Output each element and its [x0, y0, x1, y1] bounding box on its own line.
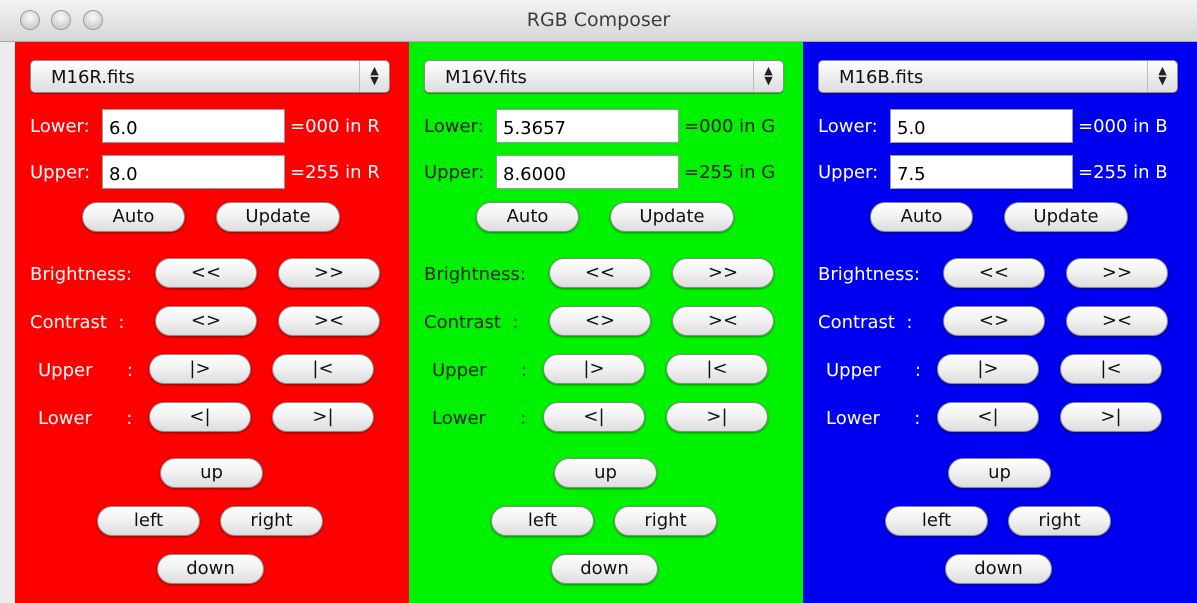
- green-lower-decrease-button[interactable]: <|: [543, 402, 645, 432]
- red-contrast-label: Contrast :: [30, 312, 125, 333]
- green-auto-button[interactable]: Auto: [476, 202, 579, 232]
- blue-brightness-increase-button[interactable]: >>: [1066, 258, 1168, 288]
- blue-lower-row-label: Lower :: [826, 408, 921, 429]
- rgb-composer-window: RGB Composer M16R.fits ▲▼ Lower: =000 in…: [0, 0, 1197, 603]
- red-upper-lower-button[interactable]: |<: [272, 354, 374, 384]
- select-arrows-icon: ▲ ▼: [359, 61, 389, 92]
- red-lower-unit: =000 in R: [290, 116, 380, 137]
- red-file-name: M16R.fits: [51, 67, 135, 88]
- blue-lower-increase-button[interactable]: >|: [1060, 402, 1162, 432]
- green-up-button[interactable]: up: [554, 458, 657, 488]
- red-auto-button[interactable]: Auto: [82, 202, 185, 232]
- select-arrows-icon: ▲ ▼: [753, 61, 783, 92]
- blue-contrast-label: Contrast :: [818, 312, 913, 333]
- red-file-select[interactable]: M16R.fits ▲ ▼: [30, 60, 390, 93]
- blue-lower-unit: =000 in B: [1078, 116, 1168, 137]
- green-file-name: M16V.fits: [445, 67, 527, 88]
- blue-update-button[interactable]: Update: [1004, 202, 1128, 232]
- window-title: RGB Composer: [526, 9, 671, 31]
- green-lower-increase-button[interactable]: >|: [666, 402, 768, 432]
- blue-contrast-increase-button[interactable]: <>: [943, 306, 1045, 336]
- green-upper-raise-button[interactable]: |>: [543, 354, 645, 384]
- green-right-button[interactable]: right: [614, 506, 717, 536]
- red-brightness-decrease-button[interactable]: <<: [155, 258, 257, 288]
- green-brightness-increase-button[interactable]: >>: [672, 258, 774, 288]
- red-lower-label: Lower:: [30, 116, 90, 137]
- red-upper-label: Upper:: [30, 162, 91, 183]
- red-lower-increase-button[interactable]: >|: [272, 402, 374, 432]
- blue-upper-row-label: Upper :: [826, 360, 921, 381]
- blue-lower-label: Lower:: [818, 116, 878, 137]
- blue-file-name: M16B.fits: [839, 67, 924, 88]
- red-channel-panel: M16R.fits ▲▼ Lower: =000 in R Upper: =25…: [15, 42, 409, 603]
- green-upper-row-label: Upper :: [432, 360, 527, 381]
- green-upper-lower-button[interactable]: |<: [666, 354, 768, 384]
- red-update-button[interactable]: Update: [216, 202, 340, 232]
- blue-upper-unit: =255 in B: [1078, 162, 1168, 183]
- red-upper-unit: =255 in R: [290, 162, 380, 183]
- blue-left-button[interactable]: left: [885, 506, 988, 536]
- green-update-button[interactable]: Update: [610, 202, 734, 232]
- red-right-button[interactable]: right: [220, 506, 323, 536]
- red-lower-input[interactable]: [102, 109, 285, 143]
- blue-contrast-decrease-button[interactable]: ><: [1066, 306, 1168, 336]
- red-up-button[interactable]: up: [160, 458, 263, 488]
- red-contrast-increase-button[interactable]: <>: [155, 306, 257, 336]
- red-down-button[interactable]: down: [157, 554, 264, 584]
- blue-right-button[interactable]: right: [1008, 506, 1111, 536]
- red-brightness-label: Brightness:: [30, 264, 132, 285]
- red-upper-row-label: Upper :: [38, 360, 133, 381]
- blue-brightness-label: Brightness:: [818, 264, 920, 285]
- blue-lower-decrease-button[interactable]: <|: [937, 402, 1039, 432]
- green-brightness-label: Brightness:: [424, 264, 526, 285]
- green-upper-input[interactable]: [496, 155, 679, 189]
- green-down-button[interactable]: down: [551, 554, 658, 584]
- red-lower-decrease-button[interactable]: <|: [149, 402, 251, 432]
- green-upper-label: Upper:: [424, 162, 485, 183]
- blue-down-button[interactable]: down: [945, 554, 1052, 584]
- blue-upper-lower-button[interactable]: |<: [1060, 354, 1162, 384]
- green-lower-unit: =000 in G: [684, 116, 776, 137]
- blue-brightness-decrease-button[interactable]: <<: [943, 258, 1045, 288]
- green-contrast-label: Contrast :: [424, 312, 519, 333]
- blue-upper-raise-button[interactable]: |>: [937, 354, 1039, 384]
- blue-up-button[interactable]: up: [948, 458, 1051, 488]
- green-brightness-decrease-button[interactable]: <<: [549, 258, 651, 288]
- green-file-select[interactable]: M16V.fits ▲ ▼: [424, 60, 784, 93]
- green-lower-row-label: Lower :: [432, 408, 527, 429]
- red-contrast-decrease-button[interactable]: ><: [278, 306, 380, 336]
- title-bar[interactable]: RGB Composer: [0, 0, 1197, 42]
- green-lower-label: Lower:: [424, 116, 484, 137]
- green-lower-input[interactable]: [496, 109, 679, 143]
- blue-lower-input[interactable]: [890, 109, 1073, 143]
- red-left-button[interactable]: left: [97, 506, 200, 536]
- green-channel-panel: M16V.fits ▲▼ Lower: =000 in G Upper: =25…: [409, 42, 803, 603]
- blue-file-select[interactable]: M16B.fits ▲ ▼: [818, 60, 1178, 93]
- green-upper-unit: =255 in G: [684, 162, 776, 183]
- blue-channel-panel: M16B.fits ▲▼ Lower: =000 in B Upper: =25…: [803, 42, 1197, 603]
- blue-auto-button[interactable]: Auto: [870, 202, 973, 232]
- red-upper-input[interactable]: [102, 155, 285, 189]
- red-brightness-increase-button[interactable]: >>: [278, 258, 380, 288]
- green-contrast-decrease-button[interactable]: ><: [672, 306, 774, 336]
- red-upper-raise-button[interactable]: |>: [149, 354, 251, 384]
- blue-upper-input[interactable]: [890, 155, 1073, 189]
- blue-upper-label: Upper:: [818, 162, 879, 183]
- green-left-button[interactable]: left: [491, 506, 594, 536]
- red-lower-row-label: Lower :: [38, 408, 133, 429]
- green-contrast-increase-button[interactable]: <>: [549, 306, 651, 336]
- select-arrows-icon: ▲ ▼: [1147, 61, 1177, 92]
